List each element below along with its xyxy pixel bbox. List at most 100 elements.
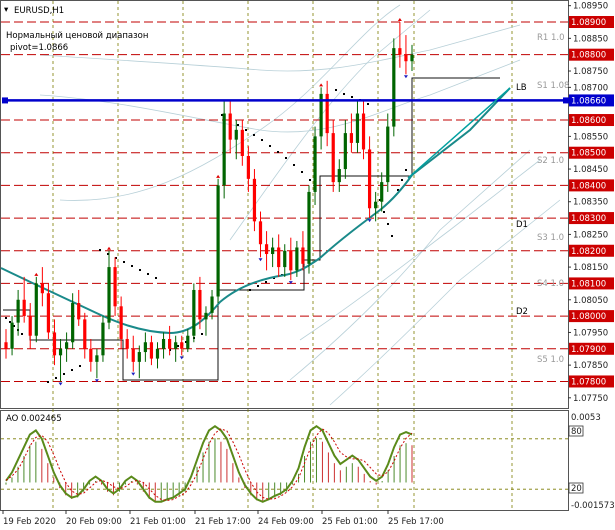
price-tick-label-11: 1.08450 (573, 165, 608, 175)
price-tick-label-25: 1.07750 (573, 394, 608, 404)
candle-body-56 (343, 133, 347, 170)
candle-body-66 (404, 54, 408, 62)
price-tick-label-21: 1.07950 (573, 328, 608, 338)
candle-body-33 (204, 312, 208, 320)
candle-body-49 (301, 247, 305, 264)
candle-body-23 (143, 342, 147, 353)
sar-dot-7-1 (383, 211, 385, 213)
candle-body-20 (125, 338, 129, 349)
candle-body-63 (386, 126, 390, 183)
time-axis[interactable]: 19 Feb 2020 20 Feb 09:00 21 Feb 01:00 21 Fe… (2, 510, 444, 527)
candle-body-22 (137, 352, 141, 362)
time-label-2: 21 Feb 01:00 (130, 517, 186, 527)
indicator-name: Нормальный ценовой диапазон (6, 31, 148, 41)
candle-body-19 (119, 306, 123, 339)
oscillator-title: AO 0.002465 (6, 414, 62, 424)
candle-body-37 (228, 113, 232, 140)
price-tick-label-0: 1.08950 (573, 2, 608, 12)
symbol-label: EURUSD,H1 (14, 6, 64, 16)
price-tag-10: 1.08500 (571, 149, 606, 159)
price-tick-label-13: 1.08350 (573, 198, 608, 208)
candle-body-21 (131, 348, 135, 362)
candle-body-50 (307, 191, 311, 264)
candle-body-51 (313, 136, 317, 192)
candle-body-41 (252, 178, 257, 222)
chart-canvas[interactable]: ▾ EURUSD,H1 Нормальный ценовой диапазон … (0, 0, 615, 530)
time-label-5: 25 Feb 01:00 (322, 517, 378, 527)
sar-dot-5-2 (265, 281, 267, 283)
candle-body-7 (46, 293, 51, 333)
price-tag-14: 1.08300 (571, 214, 606, 224)
price-tick-label-4: 1.08750 (573, 67, 608, 77)
current-price-handle-left[interactable] (2, 97, 8, 104)
time-label-3: 21 Feb 17:00 (195, 517, 251, 527)
candle-body-34 (210, 296, 214, 313)
sar-dot-7-3 (391, 235, 393, 237)
d1-label: D1 (516, 220, 528, 230)
sar-dot-8-1 (401, 179, 403, 181)
candle-body-42 (258, 221, 263, 245)
sar-dot-4-6 (269, 145, 271, 147)
sar-dot-2-4 (131, 265, 133, 267)
candle-body-26 (161, 338, 166, 349)
sar-dot-5-0 (249, 289, 251, 291)
sar-dot-4-4 (253, 134, 255, 136)
sar-dot-4-10 (301, 171, 303, 173)
osc-level-low: 20 (571, 484, 582, 494)
candle-body-65 (398, 48, 402, 55)
candle-body-44 (271, 247, 275, 255)
symbol-caret-icon[interactable]: ▾ (4, 5, 9, 15)
sar-dot-1-1 (55, 377, 57, 379)
candle-body-1 (10, 322, 14, 349)
candle-body-61 (374, 201, 378, 209)
candle-body-40 (246, 155, 250, 179)
sar-dot-0-0 (5, 317, 7, 319)
candle-body-58 (355, 113, 360, 143)
candle-body-4 (28, 316, 32, 336)
lb-label: LB (516, 83, 527, 93)
candle-body-3 (22, 299, 26, 317)
candle-body-55 (337, 169, 341, 183)
price-tag-3: 1.08800 (571, 51, 606, 61)
sar-dot-4-5 (261, 139, 263, 141)
candle-body-14 (89, 348, 93, 362)
candle-body-2 (16, 299, 20, 323)
sar-dot-4-7 (277, 151, 279, 153)
current-price-handle-right[interactable] (563, 97, 569, 104)
candle-body-16 (101, 322, 105, 356)
price-axis[interactable]: 1.08950 1.08900 1.08850 1.08800 1.08750 1.087… (568, 2, 614, 404)
sar-dot-2-3 (123, 261, 125, 263)
sar-dot-4-8 (285, 157, 287, 159)
sar-dot-1-3 (71, 369, 73, 371)
price-tag-12: 1.08400 (571, 181, 606, 191)
sar-dot-1-4 (79, 365, 81, 367)
time-label-4: 24 Feb 09:00 (258, 517, 314, 527)
candle-body-18 (113, 267, 117, 307)
candle-body-30 (186, 335, 190, 349)
oscillator-panel[interactable] (0, 410, 569, 511)
level-s2-label: S2 1.0 (537, 156, 564, 166)
price-tag-18: 1.08100 (571, 279, 606, 289)
candle-body-15 (95, 355, 99, 362)
level-s4-label: S4 1.0 (537, 279, 564, 289)
candle-body-10 (64, 342, 69, 349)
candle-body-9 (58, 348, 63, 356)
sar-dot-2-0 (99, 249, 101, 251)
level-s1-label: S1 1.08 (537, 81, 569, 91)
sar-dot-4-9 (293, 164, 295, 166)
candle-body-24 (149, 342, 154, 359)
candle-body-60 (367, 149, 372, 209)
candle-body-57 (349, 133, 354, 143)
price-tag-current: 1.08660 (571, 96, 606, 106)
osc-axis-top: 0.0053 (571, 413, 601, 423)
candle-body-62 (380, 182, 384, 202)
candle-body-32 (198, 289, 202, 320)
candle-body-48 (295, 247, 299, 271)
candle-body-39 (240, 129, 244, 156)
candle-body-54 (331, 133, 335, 183)
sar-dot-6-4 (367, 103, 369, 105)
candle-body-47 (289, 250, 293, 271)
d2-label: D2 (516, 307, 528, 317)
price-tag-8: 1.08600 (571, 116, 606, 126)
time-label-1: 20 Feb 09:00 (66, 517, 122, 527)
